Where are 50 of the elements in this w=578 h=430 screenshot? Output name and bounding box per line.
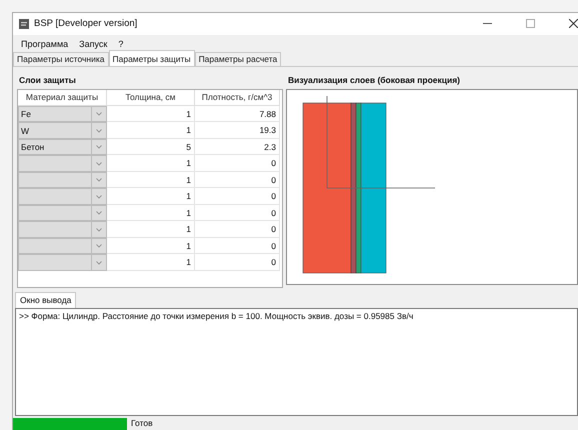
table-cell[interactable]: 0: [195, 204, 280, 222]
table-cell[interactable]: 0: [195, 221, 280, 238]
output-line: >> Форма: Цилиндр. Расстояние до точки измерения b = 100. Мощность эквив. дозы = 0.95985 Зв/ч: [19, 310, 414, 321]
table-cell[interactable]: 0: [195, 238, 280, 254]
close-icon[interactable]: [569, 19, 578, 28]
app-icon: [19, 18, 29, 29]
minimize-icon[interactable]: [483, 22, 492, 25]
table-cell[interactable]: 1: [107, 204, 195, 222]
table-cell[interactable]: 7.88: [195, 106, 280, 122]
table-cell[interactable]: 0: [195, 254, 280, 271]
table-cell[interactable]: 1: [107, 155, 195, 172]
material-dropdown[interactable]: [18, 254, 92, 271]
table-cell[interactable]: 1: [107, 238, 195, 254]
column-header[interactable]: Толщина, см: [107, 90, 195, 106]
table-cell[interactable]: 1: [107, 188, 195, 205]
table-cell[interactable]: 2.3: [195, 138, 280, 156]
table-cell[interactable]: 1: [107, 172, 195, 188]
output-text-area[interactable]: >> Форма: Цилиндр. Расстояние до точки измерения b = 100. Мощность эквив. дозы = 0.95985 Зв/ч: [15, 308, 578, 416]
material-dropdown[interactable]: [18, 238, 92, 254]
table-cell[interactable]: 5: [107, 138, 195, 156]
tab[interactable]: Параметры защиты: [108, 50, 195, 66]
tab[interactable]: Параметры расчета: [194, 52, 282, 66]
table-cell[interactable]: 1: [107, 106, 195, 122]
column-header[interactable]: Плотность, г/см^3: [195, 90, 280, 106]
material-dropdown[interactable]: Fe: [18, 106, 92, 122]
menu-item[interactable]: Запуск: [79, 38, 108, 50]
output-tab[interactable]: Окно вывода: [15, 292, 76, 308]
panel-title: Слои защиты: [18, 74, 77, 87]
material-dropdown[interactable]: [18, 204, 92, 222]
material-dropdown[interactable]: [18, 155, 92, 172]
column-header[interactable]: Материал защиты: [18, 90, 107, 106]
maximize-icon[interactable]: [526, 19, 535, 28]
material-dropdown[interactable]: Бетон: [18, 138, 92, 156]
material-dropdown[interactable]: [18, 172, 92, 188]
material-dropdown[interactable]: [18, 188, 92, 205]
window-title: BSP [Developer version]: [34, 18, 138, 30]
panel-title: Визуализация слоев (боковая проекция): [287, 74, 461, 87]
table-cell[interactable]: 0: [195, 188, 280, 205]
material-dropdown[interactable]: [18, 221, 92, 238]
table-cell[interactable]: 1: [107, 254, 195, 271]
table-cell[interactable]: 19.3: [195, 122, 280, 139]
material-dropdown[interactable]: W: [18, 122, 92, 139]
table-cell[interactable]: 1: [107, 221, 195, 238]
table-cell[interactable]: 1: [107, 122, 195, 139]
status-text: Готов: [131, 418, 153, 428]
tab[interactable]: Параметры источника: [13, 52, 109, 66]
table-cell[interactable]: 0: [195, 155, 280, 172]
table-cell[interactable]: 0: [195, 172, 280, 188]
menu-item[interactable]: ?: [118, 38, 124, 50]
menu-item[interactable]: Программа: [21, 38, 68, 50]
